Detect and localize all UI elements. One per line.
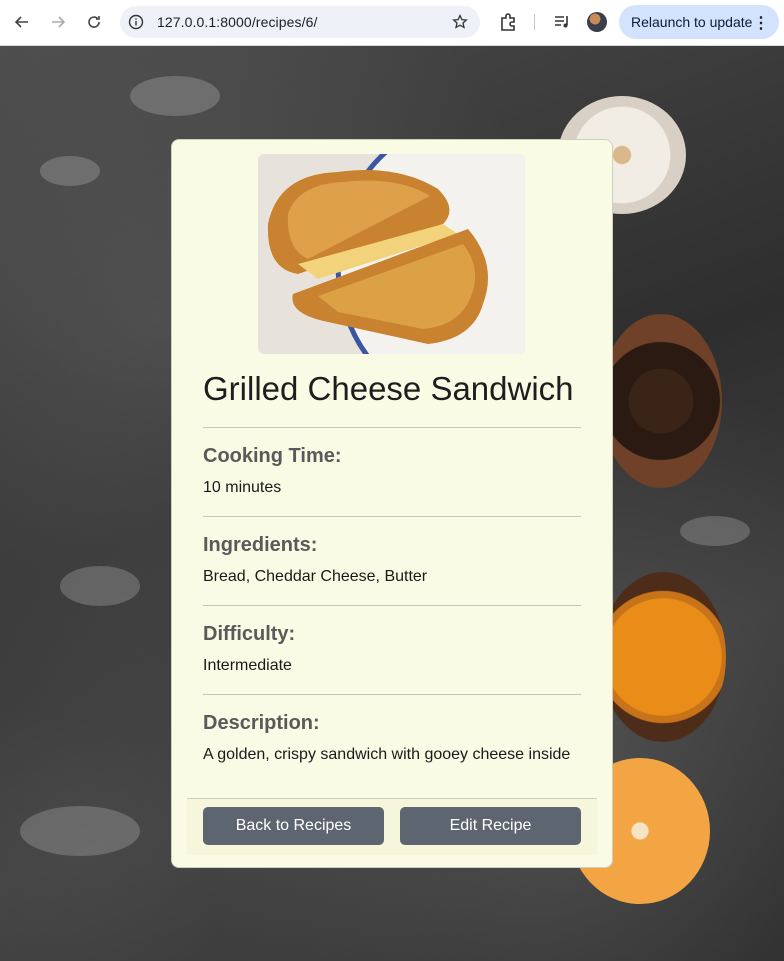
bookmark-star-icon[interactable] [452,14,468,30]
description-value: A golden, crispy sandwich with gooey che… [203,746,571,763]
back-arrow-icon[interactable] [8,8,36,36]
recipe-card: Grilled Cheese Sandwich Cooking Time: 10… [171,139,613,868]
description-label: Description: [203,712,320,734]
cooking-time-value: 10 minutes [203,479,282,496]
media-controls-icon[interactable] [552,12,572,32]
divider [203,605,581,606]
difficulty-value: Intermediate [203,657,292,674]
back-to-recipes-button[interactable]: Back to Recipes [203,807,384,845]
relaunch-button[interactable]: Relaunch to update ⋮ [619,5,779,39]
ingredients-label: Ingredients: [203,534,318,556]
edit-recipe-button[interactable]: Edit Recipe [400,807,581,845]
turmeric-bowl-decoration [600,572,726,742]
relaunch-label: Relaunch to update [631,14,753,30]
peppercorn-bowl-decoration [600,314,722,488]
divider [203,694,581,695]
ingredients-value: Bread, Cheddar Cheese, Butter [203,568,428,585]
profile-avatar[interactable] [587,12,607,32]
cooking-time-label: Cooking Time: [203,445,342,467]
toolbar-separator [534,14,535,30]
extensions-puzzle-icon[interactable] [498,12,518,32]
browser-toolbar: 127.0.0.1:8000/recipes/6/ Relaunch to up… [0,0,784,46]
recipe-photo [258,154,525,354]
more-menu-icon[interactable]: ⋮ [753,13,769,33]
divider [203,427,581,428]
address-bar[interactable]: 127.0.0.1:8000/recipes/6/ [120,6,480,38]
site-info-icon[interactable] [128,14,144,30]
reload-icon[interactable] [80,8,108,36]
difficulty-label: Difficulty: [203,623,296,645]
url-text[interactable]: 127.0.0.1:8000/recipes/6/ [157,14,318,30]
divider [203,516,581,517]
forward-arrow-icon[interactable] [44,8,72,36]
recipe-title: Grilled Cheese Sandwich [203,370,574,407]
